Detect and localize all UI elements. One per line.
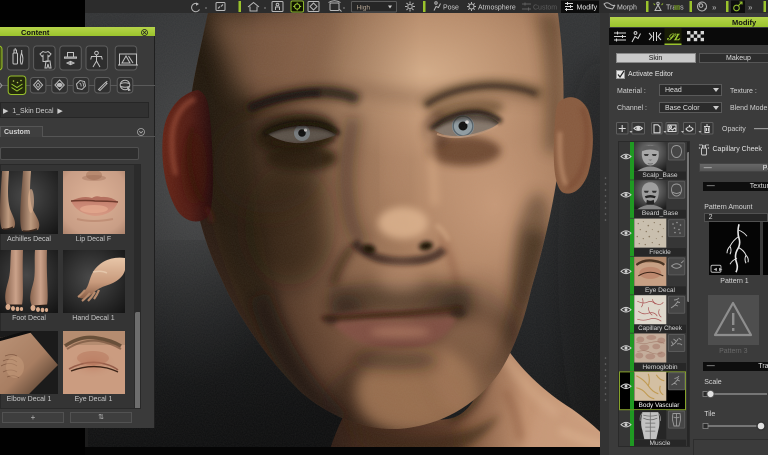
svg-text:Custom: Custom — [533, 5, 557, 12]
svg-text:Pose: Pose — [443, 5, 459, 12]
svg-text:»: » — [712, 3, 717, 12]
svg-text:◄►: ◄► — [713, 267, 724, 273]
svg-text:Modify: Modify — [577, 5, 598, 12]
svg-text:High: High — [357, 4, 371, 11]
svg-text:Opacity: Opacity — [722, 126, 746, 133]
svg-text:𝒮𝑳: 𝒮𝑳 — [666, 32, 681, 42]
svg-text:»: » — [748, 3, 753, 12]
svg-text:Morph: Morph — [617, 5, 637, 12]
svg-text:Atmosphere: Atmosphere — [478, 5, 516, 12]
